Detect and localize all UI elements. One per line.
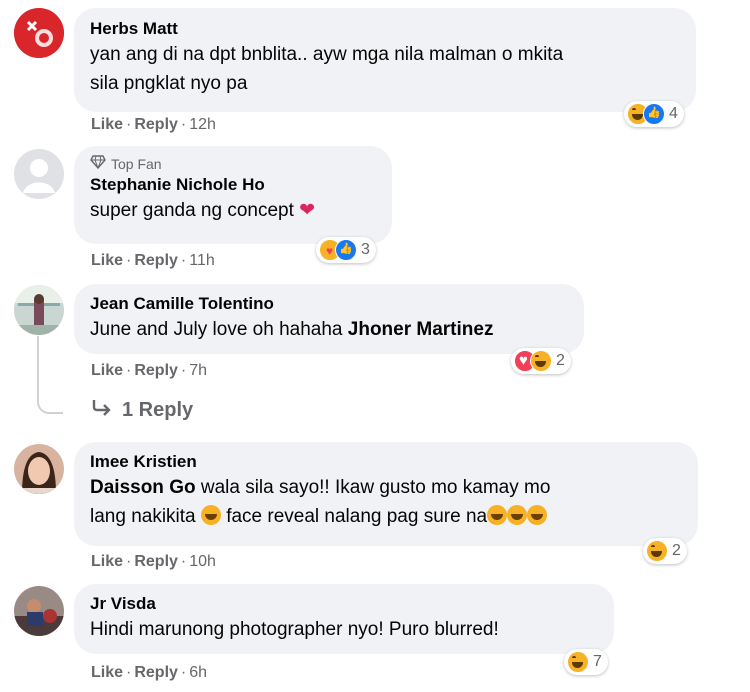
avatar[interactable]	[14, 149, 64, 199]
comment-text-span: super ganda ng concept	[90, 200, 294, 221]
like-link[interactable]: Like	[91, 362, 123, 379]
timestamp[interactable]: 10h	[189, 553, 216, 570]
reaction-count: 4	[669, 105, 678, 122]
comment-bubble: Herbs Matt yan ang di na dpt bnblita.. a…	[74, 8, 696, 112]
haha-reaction-icon	[646, 540, 668, 562]
comment-text-line: sila pngklat nyo pa	[90, 73, 248, 94]
rofl-emoji-icon	[527, 505, 548, 525]
timestamp[interactable]: 12h	[189, 116, 216, 133]
separator: ·	[180, 252, 187, 269]
separator: ·	[126, 664, 132, 681]
like-reaction-icon	[335, 239, 357, 261]
timestamp[interactable]: 7h	[189, 362, 207, 379]
haha-reaction-icon	[567, 651, 589, 673]
replies-count-label[interactable]: 1 Reply	[122, 399, 193, 422]
reply-link[interactable]: Reply	[134, 553, 178, 570]
like-reaction-icon	[643, 103, 665, 125]
like-link[interactable]: Like	[91, 553, 123, 570]
commenter-name[interactable]: Jean Camille Tolentino	[90, 293, 568, 315]
comment-text: Daisson Go wala sila sayo!! Ikaw gusto m…	[90, 473, 682, 531]
like-link[interactable]: Like	[91, 664, 123, 681]
avatar[interactable]	[14, 8, 64, 58]
comment-actions: Like · Reply · 6h	[91, 664, 207, 682]
avatar[interactable]	[14, 586, 64, 636]
top-fan-label: Top Fan	[111, 156, 162, 172]
reaction-summary[interactable]: 3	[316, 237, 376, 263]
haha-reaction-icon	[530, 350, 552, 372]
comment-text: super ganda ng concept ❤	[90, 196, 376, 225]
comment-text-span: lang nakikita	[90, 506, 196, 527]
rofl-emoji-icon	[507, 505, 528, 525]
comment-text-line: Daisson Go wala sila sayo!! Ikaw gusto m…	[90, 473, 682, 502]
thread-line	[37, 336, 39, 394]
commenter-name[interactable]: Jr Visda	[90, 593, 598, 615]
avatar[interactable]	[14, 444, 64, 494]
reply-link[interactable]: Reply	[134, 362, 178, 379]
reply-link[interactable]: Reply	[134, 664, 178, 681]
comment-actions: Like · Reply · 10h	[91, 553, 216, 571]
reply-arrow-icon	[92, 398, 112, 422]
separator: ·	[180, 116, 187, 133]
reaction-count: 3	[361, 241, 370, 258]
comment-actions: Like · Reply · 12h	[91, 116, 216, 134]
commenter-name[interactable]: Stephanie Nichole Ho	[90, 174, 376, 196]
reaction-summary[interactable]: 2	[643, 538, 687, 564]
separator: ·	[126, 116, 132, 133]
mention-link[interactable]: Daisson Go	[90, 477, 196, 498]
comment-text: yan ang di na dpt bnblita.. ayw mga nila…	[90, 40, 680, 98]
reaction-count: 2	[556, 352, 565, 369]
avatar[interactable]	[14, 285, 64, 335]
commenter-name[interactable]: Imee Kristien	[90, 451, 682, 473]
reaction-count: 7	[593, 653, 602, 670]
timestamp[interactable]: 6h	[189, 664, 207, 681]
red-heart-emoji-icon: ❤	[299, 200, 316, 221]
mention-link[interactable]: Jhoner Martinez	[348, 319, 494, 340]
timestamp[interactable]: 11h	[189, 252, 215, 269]
reaction-summary[interactable]: 2	[511, 348, 571, 374]
rofl-emoji-icon	[200, 505, 221, 525]
comment-text-span: June and July love oh hahaha	[90, 319, 343, 340]
reply-link[interactable]: Reply	[134, 252, 178, 269]
comment-text: June and July love oh hahaha Jhoner Mart…	[90, 315, 568, 344]
separator: ·	[180, 664, 187, 681]
comment-actions: Like · Reply · 7h	[91, 362, 207, 380]
comment-actions: Like · Reply · 11h	[91, 252, 215, 270]
rofl-emoji-icon	[487, 505, 508, 525]
separator: ·	[126, 362, 132, 379]
comment-text-span: face reveal nalang pag sure na	[226, 506, 488, 527]
reply-link[interactable]: Reply	[134, 116, 178, 133]
separator: ·	[126, 553, 132, 570]
separator: ·	[180, 362, 187, 379]
reaction-summary[interactable]: 7	[564, 649, 608, 675]
separator: ·	[126, 252, 132, 269]
comment-text-line: lang nakikita face reveal nalang pag sur…	[90, 502, 682, 531]
comment-text: Hindi marunong photographer nyo! Puro bl…	[90, 619, 499, 640]
like-link[interactable]: Like	[91, 116, 123, 133]
thread-connector	[37, 392, 63, 414]
comment-bubble: Jean Camille Tolentino June and July lov…	[74, 284, 584, 354]
reaction-summary[interactable]: 4	[624, 101, 684, 127]
comment-bubble: Imee Kristien Daisson Go wala sila sayo!…	[74, 442, 698, 546]
like-link[interactable]: Like	[91, 252, 123, 269]
comment-bubble: Top Fan Stephanie Nichole Ho super ganda…	[74, 146, 392, 244]
comment-text-line: yan ang di na dpt bnblita.. ayw mga nila…	[90, 44, 564, 65]
diamond-icon	[90, 154, 106, 174]
top-fan-badge: Top Fan	[90, 154, 376, 174]
comment-text-span: wala sila sayo!! Ikaw gusto mo kamay mo	[200, 477, 551, 498]
separator: ·	[180, 553, 187, 570]
view-replies-link[interactable]: 1 Reply	[92, 398, 193, 422]
commenter-name[interactable]: Herbs Matt	[90, 18, 680, 40]
reaction-count: 2	[672, 542, 681, 559]
comment-bubble: Jr Visda Hindi marunong photographer nyo…	[74, 584, 614, 654]
